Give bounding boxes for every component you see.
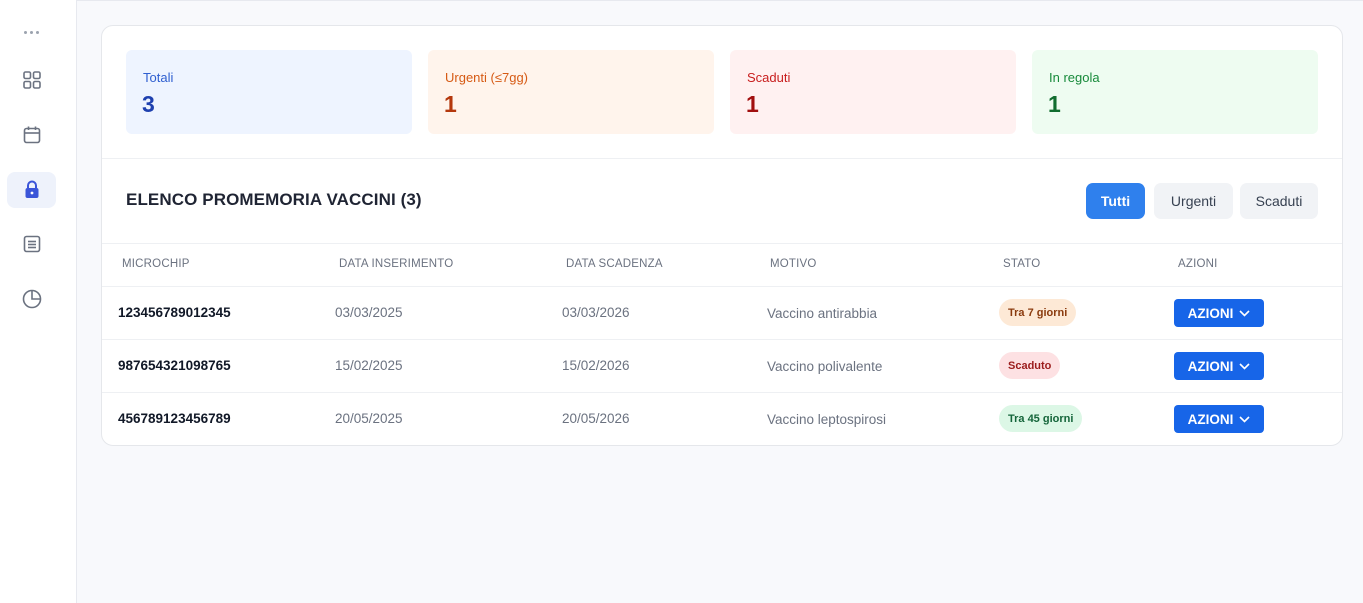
microchip-cell: 456789123456789 bbox=[118, 411, 231, 426]
pie-chart-icon bbox=[22, 289, 41, 309]
sidebar-item-security[interactable] bbox=[7, 172, 56, 208]
expiry-date-cell: 03/03/2026 bbox=[562, 305, 630, 320]
sidebar-item-calendar[interactable] bbox=[7, 117, 56, 153]
document-list-icon bbox=[23, 235, 40, 253]
reason-cell: Vaccino polivalente bbox=[767, 359, 883, 374]
chevron-down-icon bbox=[1239, 309, 1250, 317]
actions-label: AZIONI bbox=[1187, 358, 1234, 374]
expiry-date-cell: 20/05/2026 bbox=[562, 411, 630, 426]
actions-dropdown-button[interactable]: AZIONI bbox=[1174, 405, 1264, 433]
sidebar bbox=[0, 0, 77, 603]
sidebar-item-dashboard[interactable] bbox=[7, 62, 56, 98]
inserted-date-cell: 15/02/2025 bbox=[335, 358, 403, 373]
column-header-microchip[interactable]: MICROCHIP bbox=[122, 258, 190, 270]
actions-dropdown-button[interactable]: AZIONI bbox=[1174, 352, 1264, 380]
reason-cell: Vaccino antirabbia bbox=[767, 306, 878, 321]
stat-value: 1 bbox=[444, 91, 457, 117]
column-header-expiry[interactable]: DATA SCADENZA bbox=[566, 258, 663, 270]
expiry-date-cell: 15/02/2026 bbox=[562, 358, 630, 373]
table-row: 123456789012345 03/03/2025 03/03/2026 Va… bbox=[102, 286, 1342, 339]
filter-expired-button[interactable]: Scaduti bbox=[1240, 183, 1318, 219]
top-divider bbox=[77, 0, 1363, 1]
sidebar-item-documents[interactable] bbox=[7, 226, 56, 262]
stat-label: In regola bbox=[1049, 70, 1100, 85]
actions-dropdown-button[interactable]: AZIONI bbox=[1174, 299, 1264, 327]
stat-card-ok: In regola 1 bbox=[1032, 50, 1318, 134]
vaccine-reminders-card: Totali 3 Urgenti (≤7gg) 1 Scaduti 1 In r… bbox=[101, 25, 1343, 446]
chevron-down-icon bbox=[1239, 415, 1250, 423]
stat-card-urgent: Urgenti (≤7gg) 1 bbox=[428, 50, 714, 134]
table-row: 456789123456789 20/05/2025 20/05/2026 Va… bbox=[102, 392, 1342, 445]
column-header-inserted[interactable]: DATA INSERIMENTO bbox=[339, 258, 453, 270]
more-icon[interactable] bbox=[7, 22, 56, 42]
filter-urgent-button[interactable]: Urgenti bbox=[1154, 183, 1233, 219]
microchip-cell: 987654321098765 bbox=[118, 358, 231, 373]
filter-all-button[interactable]: Tutti bbox=[1086, 183, 1145, 219]
header-divider bbox=[102, 243, 1342, 244]
stat-label: Scaduti bbox=[747, 70, 791, 85]
inserted-date-cell: 20/05/2025 bbox=[335, 411, 403, 426]
sidebar-item-reports[interactable] bbox=[7, 281, 56, 317]
reason-cell: Vaccino leptospirosi bbox=[767, 412, 887, 427]
stat-value: 1 bbox=[1048, 91, 1061, 117]
stat-value: 3 bbox=[142, 91, 155, 117]
stat-value: 1 bbox=[746, 91, 759, 117]
status-badge: Tra 7 giorni bbox=[999, 299, 1077, 326]
column-header-actions: AZIONI bbox=[1178, 258, 1218, 270]
column-header-status[interactable]: STATO bbox=[1003, 258, 1040, 270]
chevron-down-icon bbox=[1239, 362, 1250, 370]
section-divider bbox=[102, 158, 1342, 159]
column-header-reason[interactable]: MOTIVO bbox=[770, 258, 817, 270]
list-title: ELENCO PROMEMORIA VACCINI (3) bbox=[126, 190, 422, 209]
actions-label: AZIONI bbox=[1187, 411, 1234, 427]
stat-card-expired: Scaduti 1 bbox=[730, 50, 1016, 134]
actions-label: AZIONI bbox=[1187, 305, 1234, 321]
inserted-date-cell: 03/03/2025 bbox=[335, 305, 403, 320]
stat-card-total: Totali 3 bbox=[126, 50, 412, 134]
status-badge: Scaduto bbox=[999, 352, 1061, 379]
table-row: 987654321098765 15/02/2025 15/02/2026 Va… bbox=[102, 339, 1342, 392]
stat-label: Totali bbox=[143, 70, 174, 85]
stat-label: Urgenti (≤7gg) bbox=[445, 70, 529, 85]
dashboard-grid-icon bbox=[22, 71, 41, 89]
microchip-cell: 123456789012345 bbox=[118, 305, 231, 320]
status-badge: Tra 45 giorni bbox=[999, 405, 1083, 432]
calendar-icon bbox=[23, 126, 40, 144]
lock-icon bbox=[25, 180, 38, 198]
